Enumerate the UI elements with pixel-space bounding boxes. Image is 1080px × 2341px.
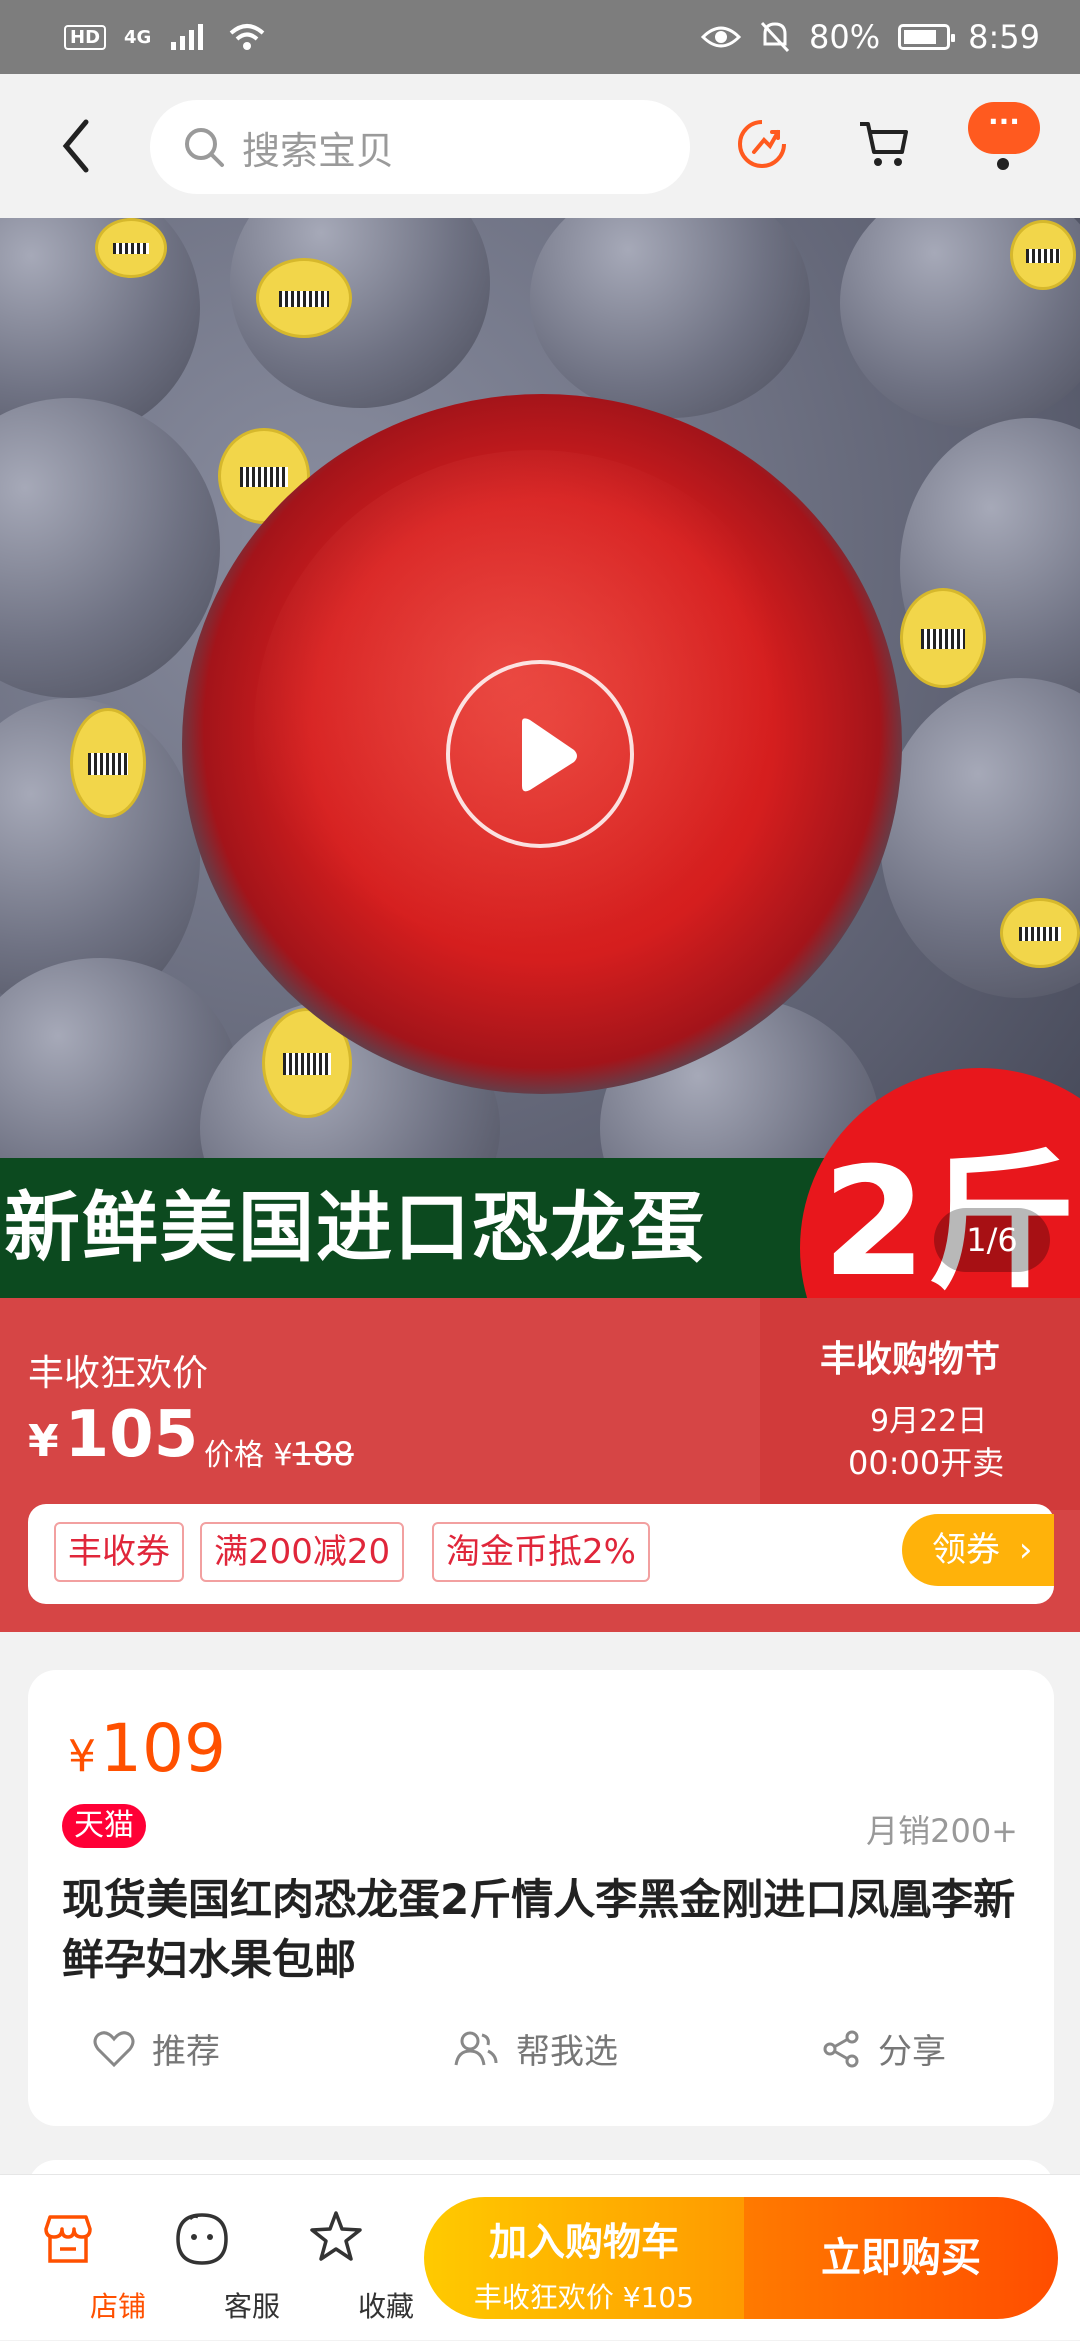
share-label: 分享	[878, 2032, 946, 2072]
back-button[interactable]	[52, 112, 108, 180]
recommend-button[interactable]: 推荐	[92, 2024, 220, 2073]
sticker	[95, 218, 167, 278]
plum-decoration	[530, 218, 810, 418]
battery-fill	[904, 30, 937, 44]
tab-favorite[interactable]: 收藏	[286, 2175, 414, 2341]
recommend-label: 推荐	[152, 2032, 220, 2072]
search-input[interactable]: 搜索宝贝	[150, 100, 690, 194]
product-price-value: 109	[100, 1710, 226, 1787]
currency-symbol: ¥	[68, 1731, 96, 1782]
battery-percent: 80%	[809, 18, 881, 56]
clock: 8:59	[968, 18, 1040, 56]
search-icon	[185, 128, 224, 167]
notification-dot	[997, 158, 1009, 170]
tmall-badge: 天猫	[62, 1804, 146, 1848]
coupon-tag[interactable]: 淘金币抵2%	[432, 1522, 650, 1582]
help-choose-button[interactable]: 帮我选	[452, 2024, 618, 2073]
customer-service-icon	[176, 2213, 228, 2265]
image-page-indicator: 1/6	[934, 1208, 1050, 1272]
festival-title: 丰收购物节	[820, 1339, 1001, 1380]
buy-now-button[interactable]: 立即购买	[744, 2197, 1058, 2319]
sticker	[256, 258, 352, 338]
people-icon	[454, 2031, 498, 2065]
mute-bell-icon	[760, 21, 790, 53]
festival-time: 00:00开卖	[848, 1444, 1005, 1482]
cart-icon[interactable]	[856, 116, 912, 172]
promo-price: ¥105	[28, 1398, 198, 1472]
sticker	[1010, 220, 1076, 290]
monthly-sales: 月销200+	[866, 1812, 1018, 1850]
heart-icon	[93, 2030, 135, 2067]
bottom-action-bar: 店铺 客服 收藏 加入购物车 丰收狂欢价 ¥105 立即购买	[0, 2174, 1080, 2340]
store-icon	[44, 2215, 92, 2263]
hero-banner-text: 新鲜美国进口恐龙蛋	[4, 1183, 706, 1272]
top-nav: 搜索宝贝 ···	[0, 74, 1080, 218]
product-hero-image[interactable]: 新鲜美国进口恐龙蛋 2斤 1/6	[0, 218, 1080, 1298]
original-price-value: 188	[292, 1435, 354, 1473]
play-icon	[522, 718, 577, 792]
currency-symbol: ¥	[28, 1416, 59, 1467]
tab-favorite-label: 收藏	[357, 2290, 414, 2323]
coupon-tag[interactable]: 满200减20	[200, 1522, 405, 1582]
add-to-cart-button[interactable]: 加入购物车 丰收狂欢价 ¥105	[424, 2197, 744, 2319]
status-right: 80% 8:59	[701, 18, 1040, 56]
hd-indicator: HD	[64, 24, 107, 50]
wifi-icon	[230, 24, 265, 50]
original-price: 价格 ¥188	[204, 1430, 354, 1474]
sticker	[900, 588, 986, 688]
product-info-card: ¥109 天猫 月销200+ 现货美国红肉恐龙蛋2斤情人李黑金刚进口凤凰李新鲜孕…	[28, 1670, 1054, 2126]
star-icon	[310, 2211, 362, 2261]
product-title: 现货美国红肉恐龙蛋2斤情人李黑金刚进口凤凰李新鲜孕妇水果包邮	[62, 1875, 1016, 1984]
share-forward-icon[interactable]	[736, 118, 788, 170]
chevron-right-icon: ›	[1018, 1530, 1033, 1570]
back-arrow-icon	[62, 119, 89, 173]
add-to-cart-subtitle: 丰收狂欢价 ¥105	[473, 2281, 695, 2314]
action-row: 推荐 帮我选 分享	[28, 2010, 1054, 2090]
search-placeholder: 搜索宝贝	[242, 128, 395, 173]
product-price: ¥109	[68, 1710, 226, 1787]
claim-coupon-button[interactable]: 领券 ›	[902, 1514, 1054, 1586]
play-video-button[interactable]	[446, 660, 634, 848]
claim-label: 领券	[932, 1530, 1000, 1570]
sticker	[1000, 898, 1080, 968]
more-button[interactable]: ···	[968, 102, 1040, 154]
plum-decoration	[0, 398, 220, 698]
share-icon	[823, 2030, 859, 2067]
promo-price-value: 105	[64, 1398, 199, 1472]
status-bar: HD 4G 80% 8:59	[0, 0, 1080, 74]
network-type: 4G	[124, 26, 152, 48]
add-to-cart-label: 加入购物车	[488, 2220, 679, 2264]
battery-icon	[898, 24, 956, 50]
share-button[interactable]: 分享	[822, 2024, 946, 2073]
eye-icon	[701, 26, 742, 48]
tab-service[interactable]: 客服	[152, 2175, 280, 2341]
coupon-tag[interactable]: 丰收券	[54, 1522, 184, 1582]
help-choose-label: 帮我选	[516, 2032, 618, 2072]
status-left: HD 4G	[64, 21, 267, 53]
promo-label: 丰收狂欢价	[28, 1353, 209, 1394]
tab-shop[interactable]: 店铺	[18, 2175, 146, 2341]
original-price-prefix: 价格 ¥	[204, 1438, 293, 1473]
signal-icon	[171, 24, 204, 50]
coupon-row: 丰收券 满200减20 淘金币抵2% 领券 ›	[28, 1504, 1054, 1604]
festival-date: 9月22日	[870, 1404, 988, 1439]
sticker	[70, 708, 146, 818]
